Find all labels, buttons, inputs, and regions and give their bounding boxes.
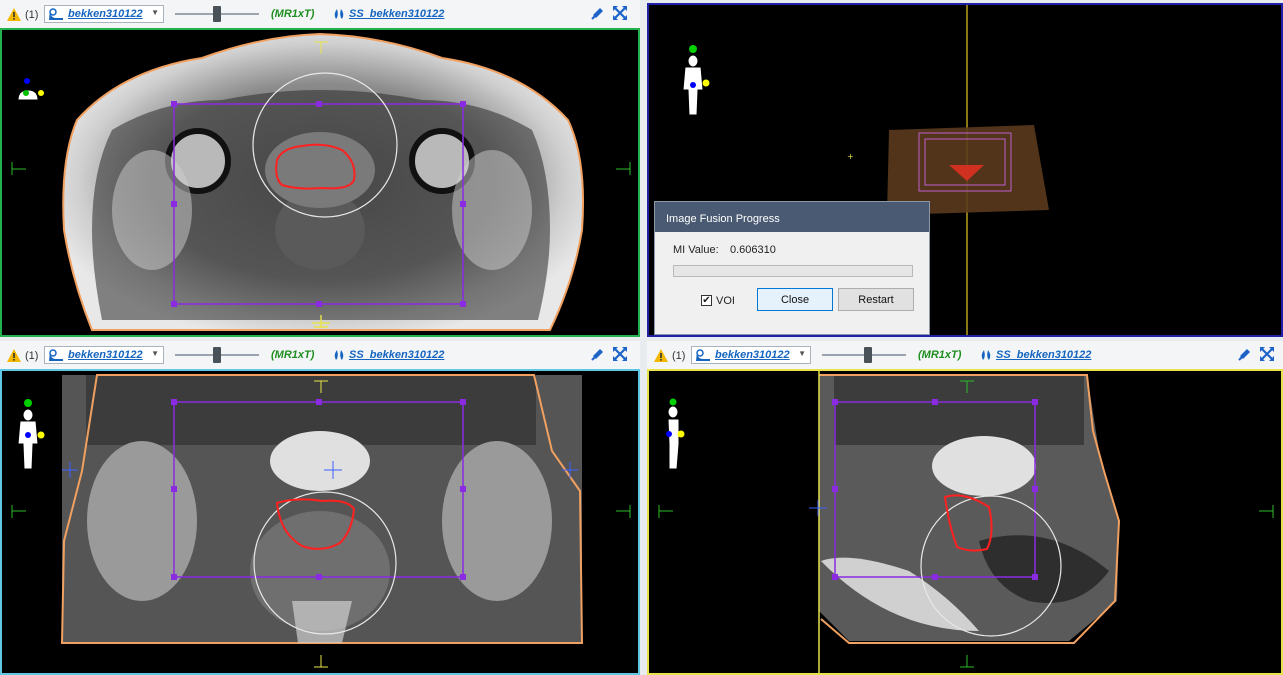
expand-icon[interactable]: [612, 346, 628, 362]
warning-icon[interactable]: [7, 349, 21, 362]
viewport-coronal: (1) bekken310122 ▼ (MR1xT) SS_bekken3101…: [0, 341, 640, 675]
sagittal-image[interactable]: [647, 369, 1283, 675]
orientation-figure-icon: [17, 399, 45, 470]
restart-button[interactable]: Restart: [838, 288, 914, 311]
orientation-figure-icon: [17, 78, 44, 101]
dialog-title: Image Fusion Progress: [655, 202, 929, 232]
window-slider[interactable]: [822, 347, 906, 363]
chevron-down-icon: ▼: [151, 349, 159, 358]
close-button[interactable]: Close: [757, 288, 833, 311]
series-name: bekken310122: [68, 8, 143, 20]
image-fusion-dialog: Image Fusion Progress MI Value: 0.606310…: [654, 201, 930, 335]
structure-set-link[interactable]: SS_bekken310122: [349, 349, 444, 361]
series-name: bekken310122: [715, 349, 790, 361]
viewport-toolbar: (1) bekken310122 ▼ (MR1xT) SS_bekken3101…: [647, 341, 1283, 370]
viewport-sagittal: (1) bekken310122 ▼ (MR1xT) SS_bekken3101…: [647, 341, 1283, 675]
viewport-toolbar: (1) bekken310122 ▼ (MR1xT) SS_bekken3101…: [0, 0, 640, 29]
expand-icon[interactable]: [612, 5, 628, 21]
pin-icon[interactable]: [1237, 346, 1253, 362]
structure-set-link[interactable]: SS_bekken310122: [996, 349, 1091, 361]
pin-icon[interactable]: [590, 5, 606, 21]
voi-checkbox[interactable]: ✔: [701, 295, 712, 306]
series-name: bekken310122: [68, 349, 143, 361]
modality-label: (MR1xT): [271, 349, 315, 361]
pin-icon[interactable]: [590, 346, 606, 362]
warning-icon[interactable]: [7, 8, 21, 21]
axial-image[interactable]: [0, 28, 640, 337]
fusion-progress-bar: [673, 265, 913, 277]
viewport-axial: (1) bekken310122 ▼ (MR1xT) SS_bekken3101…: [0, 0, 640, 337]
orientation-figure-icon: [682, 45, 710, 116]
window-slider[interactable]: [175, 6, 259, 22]
viewport-toolbar: (1) bekken310122 ▼ (MR1xT) SS_bekken3101…: [0, 341, 640, 370]
slider-thumb[interactable]: [213, 6, 221, 22]
orientation-figure-icon: [666, 398, 685, 470]
series-selector[interactable]: bekken310122 ▼: [44, 346, 164, 364]
structure-set-icon: [333, 8, 345, 20]
mi-value: 0.606310: [730, 244, 776, 256]
series-selector[interactable]: bekken310122 ▼: [691, 346, 811, 364]
series-icon: [48, 349, 64, 364]
warning-count: (1): [25, 350, 39, 362]
modality-label: (MR1xT): [271, 8, 315, 20]
expand-icon[interactable]: [1259, 346, 1275, 362]
structure-set-icon: [333, 349, 345, 361]
voi-checkbox-label: VOI: [716, 295, 735, 307]
window-slider[interactable]: [175, 347, 259, 363]
series-selector[interactable]: bekken310122 ▼: [44, 5, 164, 23]
svg-text:+: +: [847, 152, 854, 161]
slider-thumb[interactable]: [864, 347, 873, 363]
coronal-image[interactable]: [0, 369, 640, 675]
chevron-down-icon: ▼: [798, 349, 806, 358]
structure-set-link[interactable]: SS_bekken310122: [349, 8, 444, 20]
structure-set-icon: [980, 349, 992, 361]
warning-count: (1): [672, 350, 686, 362]
warning-icon[interactable]: [654, 349, 668, 362]
warning-count: (1): [25, 9, 39, 21]
modality-label: (MR1xT): [918, 349, 962, 361]
series-icon: [48, 8, 64, 23]
slider-thumb[interactable]: [213, 347, 221, 363]
series-icon: [695, 349, 711, 364]
mi-value-label: MI Value:: [673, 244, 719, 256]
chevron-down-icon: ▼: [151, 8, 159, 17]
